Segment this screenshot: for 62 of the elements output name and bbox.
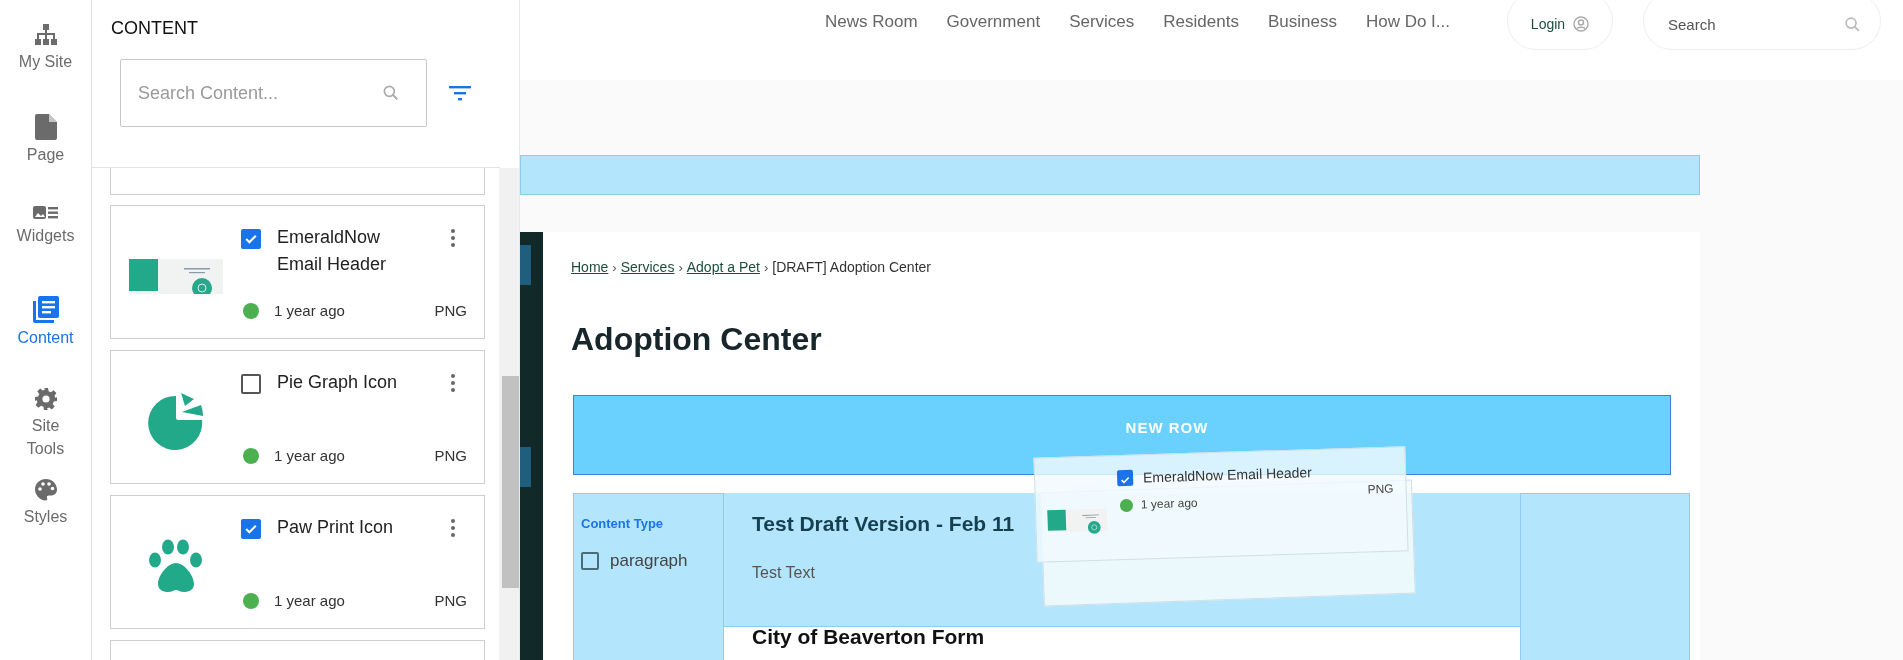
item-title: Pie Graph Icon: [277, 371, 399, 394]
item-title: Paw Print Icon: [277, 516, 395, 539]
filter-icon[interactable]: [449, 85, 471, 101]
breadcrumb-separator: ›: [678, 260, 683, 275]
sitemap-icon: [33, 23, 58, 47]
rail-item[interactable]: Site Tools: [0, 382, 91, 473]
breadcrumb-link[interactable]: Adopt a Pet: [686, 259, 760, 275]
page-title: Adoption Center: [571, 320, 823, 359]
rail-item[interactable]: Content: [0, 291, 91, 382]
nav-link[interactable]: News Room: [825, 12, 918, 32]
checkbox[interactable]: [241, 374, 261, 394]
item-date: 1 year ago: [274, 302, 345, 319]
scrollbar[interactable]: [502, 376, 519, 588]
page-icon: [34, 114, 57, 140]
gear-icon: [33, 387, 58, 411]
new-row-label: NEW ROW: [1125, 419, 1209, 436]
form-heading: City of Beaverton Form: [752, 626, 986, 648]
content-card[interactable]: Pie Graph Icon 1 year ago PNG: [110, 350, 485, 484]
checkbox[interactable]: [241, 229, 261, 249]
dragged-card[interactable]: EmeraldNow Email Header 1 year ago PNG: [1033, 446, 1409, 563]
rail-item[interactable]: Widgets: [0, 200, 91, 291]
rail-item[interactable]: Styles: [0, 473, 91, 564]
breadcrumb-link[interactable]: Home: [571, 259, 609, 275]
breadcrumb-current: [DRAFT] Adoption Center: [772, 259, 931, 275]
content-card[interactable]: EmeraldNow Email Header 1 year ago PNG: [110, 205, 485, 339]
rail-item[interactable]: Page: [0, 109, 91, 200]
checkbox[interactable]: [1116, 469, 1134, 487]
content-card[interactable]: Paw Print Icon 1 year ago PNG: [110, 495, 485, 629]
item-title: EmeraldNow Email Header: [277, 226, 388, 276]
widgets-icon: [32, 205, 59, 221]
documents-icon: [32, 296, 59, 323]
filter-heading: Content Type: [581, 516, 665, 531]
paw-print-icon: [149, 539, 203, 593]
nav-link[interactable]: How Do I...: [1365, 12, 1450, 32]
file-type: PNG: [434, 592, 467, 609]
file-type: PNG: [434, 447, 467, 464]
breadcrumb-separator: ›: [612, 260, 617, 275]
palette-icon: [33, 478, 58, 502]
item-date: 1 year ago: [1140, 495, 1198, 512]
checkbox[interactable]: [581, 552, 599, 570]
block-heading: Test Draft Version - Feb 11: [752, 512, 1015, 536]
user-icon: [1573, 15, 1590, 32]
block-text: Test Text: [752, 564, 816, 582]
rail-item[interactable]: My Site: [0, 18, 91, 109]
pie-chart-icon: [148, 392, 204, 450]
breadcrumb-link[interactable]: Services: [620, 259, 675, 275]
nav-link[interactable]: Services: [1069, 12, 1135, 32]
item-date: 1 year ago: [274, 447, 345, 464]
login-button[interactable]: Login: [1507, 0, 1613, 50]
option-label: paragraph: [610, 551, 688, 571]
file-type: PNG: [1367, 481, 1394, 497]
file-type: PNG: [434, 302, 467, 319]
search-icon: [381, 83, 401, 103]
nav-link[interactable]: Business: [1267, 12, 1337, 32]
panel-title: CONTENT: [111, 18, 199, 39]
item-date: 1 year ago: [274, 592, 345, 609]
breadcrumb-separator: ›: [763, 260, 769, 275]
nav-link[interactable]: Government: [946, 12, 1041, 32]
checkbox[interactable]: [241, 519, 261, 539]
search-icon: [1844, 16, 1861, 33]
search-field[interactable]: Search Content...: [120, 59, 427, 127]
nav-link[interactable]: Residents: [1163, 12, 1239, 32]
